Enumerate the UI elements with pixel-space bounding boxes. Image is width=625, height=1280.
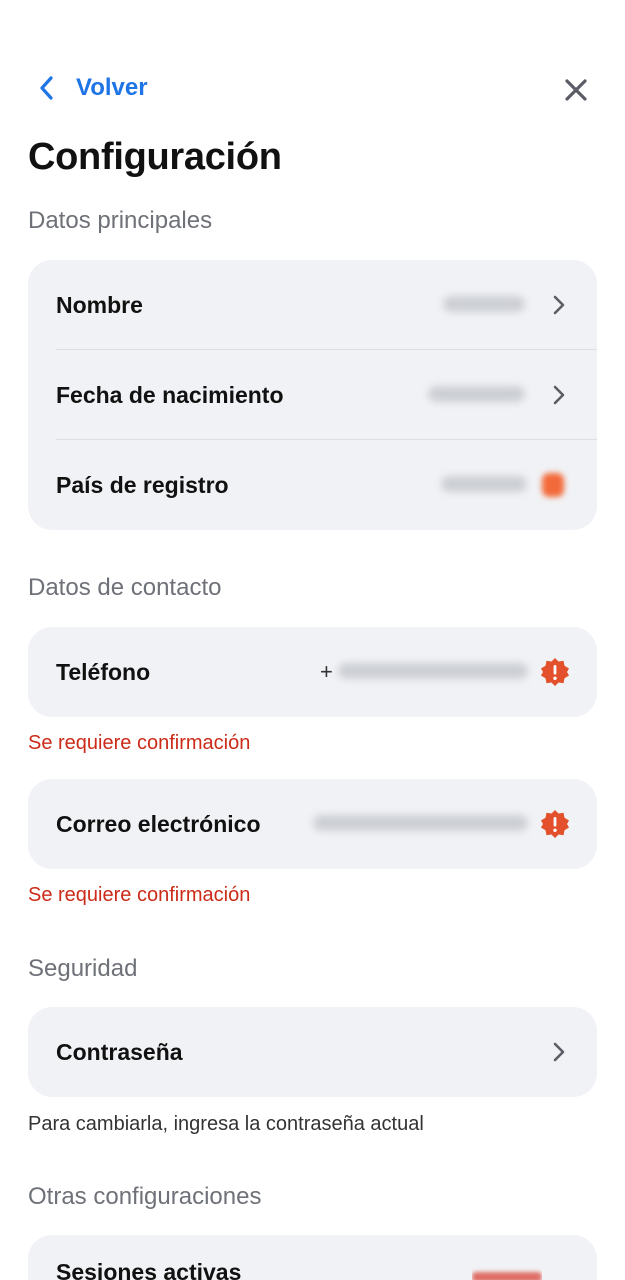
phone-card[interactable]: Teléfono + [28, 627, 597, 717]
password-row[interactable]: Contraseña [28, 1007, 597, 1097]
back-button[interactable]: Volver [36, 74, 148, 102]
country-value-redacted [441, 476, 527, 492]
email-value-redacted [313, 815, 528, 831]
password-hint: Para cambiarla, ingresa la contraseña ac… [28, 1113, 424, 1135]
name-value-redacted [443, 296, 525, 312]
email-card[interactable]: Correo electrónico [28, 779, 597, 869]
password-card[interactable]: Contraseña [28, 1007, 597, 1097]
country-label: País de registro [56, 471, 229, 498]
country-flag-icon [542, 473, 564, 497]
phone-prefix: + [320, 659, 333, 684]
chevron-right-icon [553, 1042, 565, 1062]
name-row[interactable]: Nombre [28, 260, 597, 350]
password-label: Contraseña [56, 1038, 183, 1065]
email-row[interactable]: Correo electrónico [28, 779, 597, 869]
phone-label: Teléfono [56, 658, 151, 685]
chevron-left-icon [40, 76, 53, 100]
section-title-contact: Datos de contacto [28, 574, 222, 601]
birthdate-label: Fecha de nacimiento [56, 381, 284, 408]
page-title: Configuración [28, 136, 282, 178]
phone-confirmation-error: Se requiere confirmación [28, 732, 251, 754]
name-label: Nombre [56, 291, 143, 318]
top-bar: Volver [0, 60, 625, 120]
warning-badge-icon [541, 810, 569, 838]
section-title-other: Otras configuraciones [28, 1183, 262, 1210]
active-sessions-label: Sesiones activas [56, 1259, 242, 1280]
chevron-right-icon [553, 385, 565, 405]
section-title-main: Datos principales [28, 207, 213, 234]
chevron-right-icon [553, 295, 565, 315]
email-label: Correo electrónico [56, 810, 261, 837]
back-label: Volver [76, 74, 148, 101]
email-confirmation-error: Se requiere confirmación [28, 884, 251, 906]
birthdate-value-redacted [428, 386, 525, 402]
phone-value-redacted [338, 663, 528, 679]
country-row: País de registro [28, 440, 597, 530]
section-title-security: Seguridad [28, 955, 138, 982]
close-icon[interactable] [560, 74, 592, 106]
birthdate-row[interactable]: Fecha de nacimiento [28, 350, 597, 440]
main-data-card: Nombre Fecha de nacimiento País de regis… [28, 260, 597, 530]
warning-badge-icon [541, 658, 569, 686]
active-sessions-action-cutoff [472, 1264, 542, 1280]
phone-row[interactable]: Teléfono + [28, 627, 597, 717]
